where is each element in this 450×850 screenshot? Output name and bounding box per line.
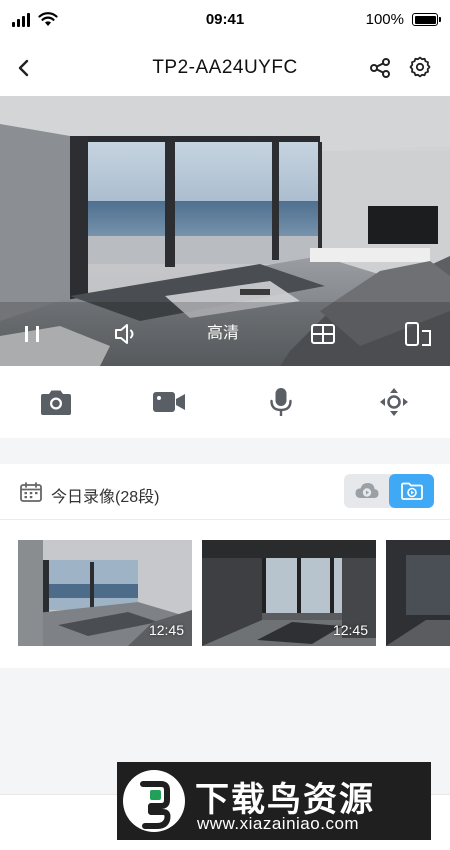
split-screen-icon[interactable] [310,320,336,348]
recording-source-toggle [344,474,434,508]
watermark-url: www.xiazainiao.com [197,814,360,833]
recording-preview-image [386,540,450,646]
recordings-panel: 今日录像(28段) 12:45 12:45 [0,464,450,668]
nav-bar: TP2-AA24UYFC [0,40,450,96]
calendar-icon [20,482,42,502]
cloud-recordings-tab[interactable] [344,474,389,508]
recording-thumbnail[interactable]: 12:45 [18,540,192,646]
gear-icon[interactable] [408,55,432,79]
camera-icon[interactable] [39,387,73,417]
video-record-icon[interactable] [152,387,186,417]
recordings-header: 今日录像(28段) [0,464,450,520]
recording-thumbnail[interactable] [386,540,450,646]
volume-icon[interactable] [112,320,140,348]
recording-duration: 12:45 [148,622,184,638]
recordings-thumbnails: 12:45 12:45 [18,540,450,646]
ptz-control-icon[interactable] [377,387,411,417]
status-bar: 09:41 100% [0,0,450,40]
video-controls: 高清 [0,302,450,366]
watermark-logo [123,770,185,832]
battery-icon [412,13,441,26]
watermark-banner: 下载鸟资源 www.xiazainiao.com [117,762,431,840]
recording-duration: 12:45 [332,622,368,638]
fullscreen-rotate-icon[interactable] [403,320,433,348]
share-icon[interactable] [368,56,392,80]
microphone-icon[interactable] [264,387,298,417]
local-recordings-tab[interactable] [389,474,434,508]
quality-toggle[interactable]: 高清 [207,320,239,348]
live-video[interactable]: 高清 [0,96,450,366]
recordings-title: 今日录像(28段) [51,489,160,506]
action-bar [0,366,450,438]
cloud-play-icon [355,483,379,498]
pause-icon[interactable] [22,320,42,348]
folder-play-icon [401,482,423,500]
battery-percent: 100% [365,11,404,28]
recording-thumbnail[interactable]: 12:45 [202,540,376,646]
